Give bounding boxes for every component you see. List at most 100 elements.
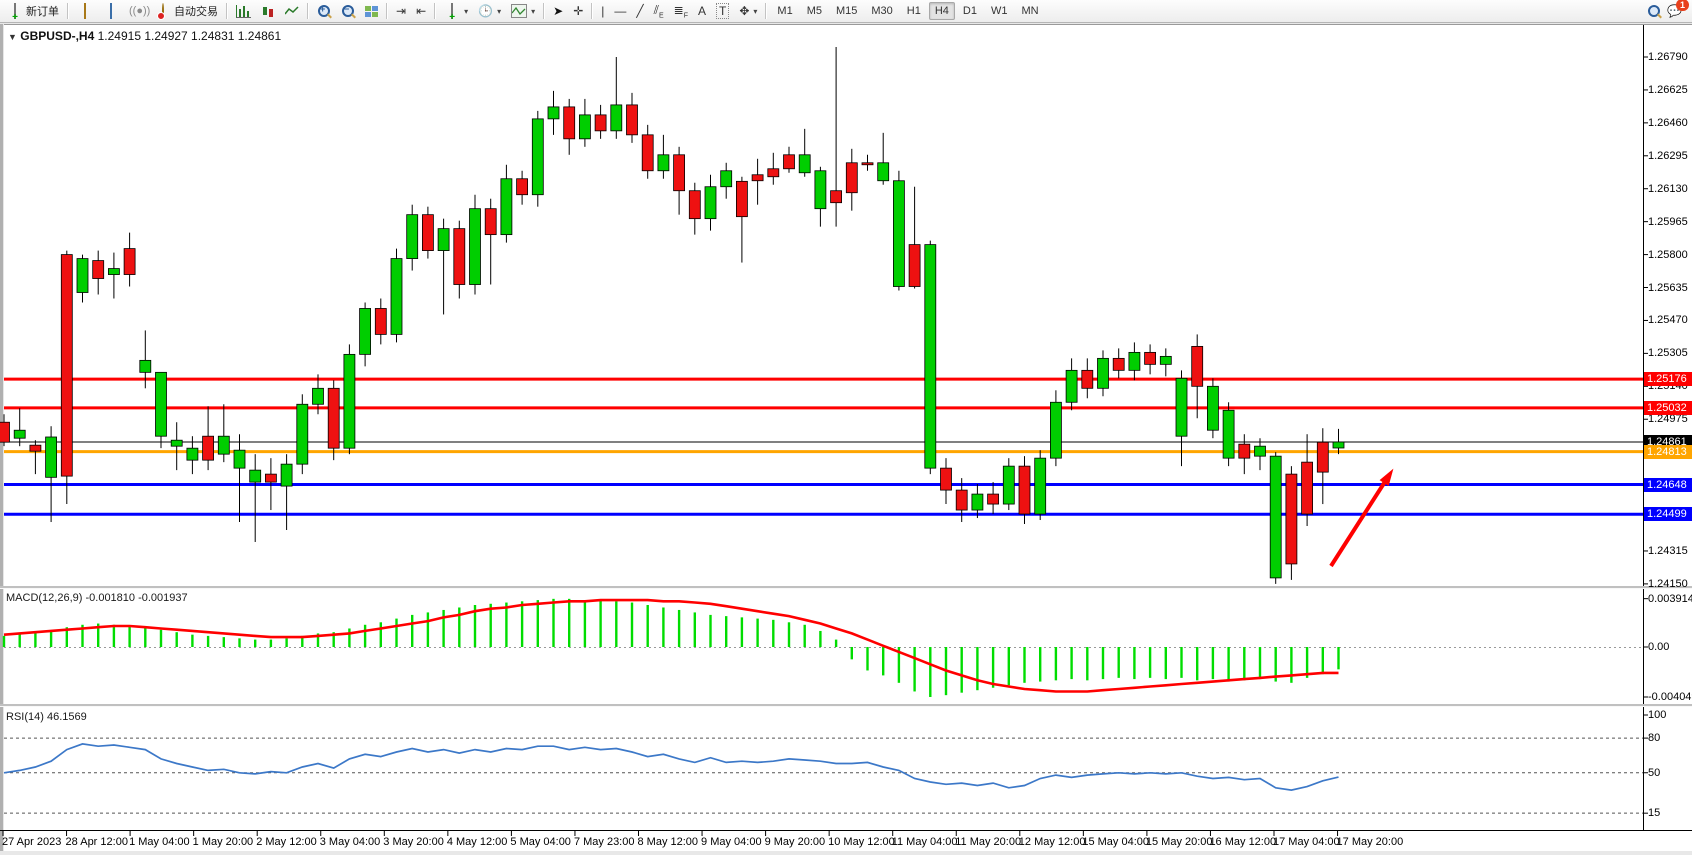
timeframe-button-d1[interactable]: D1 xyxy=(957,2,983,20)
tile-windows-button[interactable] xyxy=(360,0,383,23)
price-level-badge: 1.25032 xyxy=(1644,401,1692,415)
signals-button[interactable]: ((●)) xyxy=(124,0,150,23)
price-level-badge: 1.24499 xyxy=(1644,507,1692,521)
label-tool-button[interactable]: T xyxy=(711,0,734,23)
arrows-tool-button[interactable]: ✥▾ xyxy=(734,0,762,23)
zoom-out-icon: − xyxy=(341,4,355,18)
fibonacci-button[interactable]: ≣F xyxy=(669,0,693,23)
symbol-period-label: GBPUSD-,H4 xyxy=(20,29,94,43)
vertical-line-button[interactable]: | xyxy=(596,0,609,23)
time-axis-label: 8 May 12:00 xyxy=(638,836,699,848)
vertical-line-icon: | xyxy=(601,4,604,18)
tile-windows-icon xyxy=(365,6,378,17)
timeframe-button-m1[interactable]: M1 xyxy=(771,2,798,20)
line-chart-icon xyxy=(285,5,299,17)
trendline-button[interactable]: ╱ xyxy=(631,0,648,23)
timeframe-button-w1[interactable]: W1 xyxy=(985,2,1014,20)
text-tool-icon: A xyxy=(698,4,706,18)
rsi-axis-label: 50 xyxy=(1648,766,1660,780)
timeframe-button-m15[interactable]: M15 xyxy=(830,2,863,20)
rsi-axis-label: 100 xyxy=(1648,708,1666,722)
chart-window[interactable] xyxy=(0,24,1692,851)
timeframe-button-h1[interactable]: H1 xyxy=(901,2,927,20)
cursor-button[interactable]: ➤ xyxy=(548,0,568,23)
time-axis-label: 11 May 20:00 xyxy=(955,836,1021,848)
autotrading-icon xyxy=(155,3,171,19)
price-axis-label: 1.25965 xyxy=(1648,215,1688,229)
zoom-in-icon: + xyxy=(317,4,331,18)
panel-splitter-rsi[interactable] xyxy=(0,704,1692,707)
time-axis-label: 10 May 12:00 xyxy=(828,836,895,848)
macd-axis-label: 0.003914 xyxy=(1648,592,1692,606)
price-axis-label: 1.25305 xyxy=(1648,346,1688,360)
timeframe-button-mn[interactable]: MN xyxy=(1015,2,1044,20)
time-axis-label: 15 May 04:00 xyxy=(1082,836,1149,848)
time-axis-label: 5 May 04:00 xyxy=(510,836,571,848)
time-axis-label: 1 May 04:00 xyxy=(129,836,190,848)
separator xyxy=(226,3,228,19)
panel-splitter-macd[interactable] xyxy=(0,586,1692,589)
separator xyxy=(591,3,593,19)
bar-chart-button[interactable] xyxy=(231,0,256,23)
time-axis-label: 11 May 04:00 xyxy=(892,836,958,848)
indicators-button[interactable]: ▾ xyxy=(506,0,540,23)
time-axis-label: 27 Apr 2023 xyxy=(2,836,61,848)
rsi-title: RSI(14) 46.1569 xyxy=(6,711,87,723)
timeframe-bar: M1M5M15M30H1H4D1W1MN xyxy=(770,2,1045,20)
crosshair-button[interactable]: ✛ xyxy=(568,0,588,23)
time-axis-label: 2 May 12:00 xyxy=(256,836,317,848)
market-watch-button[interactable] xyxy=(98,0,124,23)
collapse-one-click-icon[interactable]: ▼ xyxy=(8,32,17,42)
crosshair-icon: ✛ xyxy=(573,4,583,18)
price-axis-label: 1.26295 xyxy=(1648,149,1688,163)
indicators-icon xyxy=(511,4,527,18)
new-order-button[interactable]: + 新订单 xyxy=(2,0,64,23)
macd-axis-label: -0.004049 xyxy=(1648,690,1692,704)
line-chart-button[interactable] xyxy=(280,0,304,23)
price-axis-label: 1.24315 xyxy=(1648,544,1688,558)
timeframe-button-m30[interactable]: M30 xyxy=(865,2,898,20)
cursor-icon: ➤ xyxy=(553,4,563,18)
separator xyxy=(386,3,388,19)
time-axis-label: 3 May 20:00 xyxy=(383,836,444,848)
profiles-button[interactable] xyxy=(72,0,98,23)
rsi-axis-label: 15 xyxy=(1648,806,1660,820)
periods-button[interactable]: 🕒▾ xyxy=(473,0,506,23)
autotrading-button[interactable]: 自动交易 xyxy=(150,0,223,23)
macd-signal-value: -0.001937 xyxy=(138,592,188,604)
candlestick-chart-button[interactable] xyxy=(256,0,280,23)
chart-shift-button[interactable]: ⇤ xyxy=(411,0,431,23)
separator xyxy=(543,3,545,19)
zoom-out-button[interactable]: − xyxy=(336,0,360,23)
price-level-badge: 1.25176 xyxy=(1644,372,1692,386)
timeframe-button-m5[interactable]: M5 xyxy=(801,2,828,20)
price-level-badge: 1.24648 xyxy=(1644,478,1692,492)
search-icon[interactable] xyxy=(1647,4,1661,18)
ohlc-values: 1.24915 1.24927 1.24831 1.24861 xyxy=(98,29,282,43)
price-axis-label: 1.25470 xyxy=(1648,313,1688,327)
fibonacci-icon: ≣F xyxy=(674,3,688,19)
zoom-in-button[interactable]: + xyxy=(312,0,336,23)
time-axis-label: 7 May 23:00 xyxy=(574,836,635,848)
arrows-tool-icon: ✥ xyxy=(739,4,749,18)
channel-button[interactable]: ⫽E xyxy=(649,0,669,23)
separator xyxy=(67,3,69,19)
separator xyxy=(765,3,767,19)
time-axis-label: 17 May 04:00 xyxy=(1273,836,1340,848)
time-axis-label: 16 May 12:00 xyxy=(1209,836,1276,848)
price-axis-label: 1.25800 xyxy=(1648,248,1688,262)
timeframe-button-h4[interactable]: H4 xyxy=(929,2,955,20)
horizontal-line-button[interactable]: — xyxy=(609,0,631,23)
macd-axis-label: 0.00 xyxy=(1648,640,1669,654)
notifications-button[interactable]: 💬 1 xyxy=(1667,4,1682,18)
clock-icon: 🕒 xyxy=(478,4,493,18)
text-tool-button[interactable]: A xyxy=(693,0,711,23)
signals-icon: ((●)) xyxy=(129,3,145,19)
new-chart-button[interactable]: +▾ xyxy=(439,0,473,23)
window-left-border xyxy=(0,24,4,851)
time-axis-label: 17 May 20:00 xyxy=(1337,836,1404,848)
price-axis-label: 1.26130 xyxy=(1648,182,1688,196)
time-axis-label: 28 Apr 12:00 xyxy=(66,836,128,848)
macd-label: MACD(12,26,9) xyxy=(6,592,82,604)
auto-scroll-button[interactable]: ⇥ xyxy=(391,0,411,23)
